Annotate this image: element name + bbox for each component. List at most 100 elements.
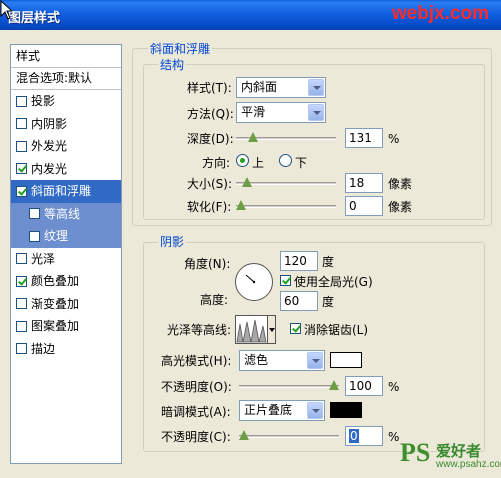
mouse-cursor-icon — [0, 0, 12, 20]
style-select[interactable]: 内斜面 — [236, 77, 326, 98]
sidebar-item-checkbox[interactable] — [29, 230, 40, 242]
sidebar-item-label: 描边 — [31, 341, 56, 356]
shadow-opacity-track[interactable] — [239, 430, 339, 440]
sidebar-item-label: 图案叠加 — [31, 319, 80, 334]
soften-slider-thumb[interactable] — [236, 200, 246, 210]
watermark-cn: 爱好者 — [436, 442, 482, 460]
sidebar-item-checkbox[interactable] — [16, 163, 27, 175]
global-light-checkbox[interactable] — [280, 275, 291, 286]
sidebar-item-checkbox[interactable] — [16, 298, 27, 310]
highlight-opacity-thumb[interactable] — [329, 380, 339, 390]
technique-select[interactable]: 平滑 — [236, 102, 326, 123]
sidebar-item-label: 等高线 — [44, 206, 81, 221]
size-input[interactable]: 18 — [345, 173, 383, 193]
brand-watermark: webjx.com — [391, 3, 489, 24]
sidebar-item-checkbox[interactable] — [16, 320, 27, 332]
sidebar-item-checkbox[interactable] — [16, 140, 27, 152]
chevron-down-icon — [307, 402, 323, 419]
watermark-url: www.psahz.com — [436, 459, 501, 470]
chevron-down-icon — [307, 352, 323, 369]
sidebar-item[interactable]: 投影 — [11, 90, 121, 113]
angle-needle-icon — [245, 274, 256, 284]
shadow-opacity-label: 不透明度(C): — [161, 430, 231, 444]
technique-label: 方法(Q): — [187, 107, 234, 121]
highlight-opacity-unit: % — [388, 380, 400, 394]
style-label: 样式(T): — [187, 81, 232, 95]
shadow-opacity-value: 0 — [349, 429, 359, 443]
soften-input[interactable]: 0 — [345, 196, 383, 216]
sidebar-item[interactable]: 描边 — [11, 338, 121, 361]
shading-title: 阴影 — [158, 235, 187, 249]
depth-unit: % — [388, 132, 400, 146]
style-list-panel: 样式 混合选项:默认 投影内阴影外发光内发光斜面和浮雕等高线纹理 光泽 颜色叠加渐变… — [10, 44, 122, 464]
sidebar-item-checkbox[interactable] — [16, 95, 27, 107]
shadow-color-swatch[interactable] — [330, 402, 362, 418]
soften-slider-track[interactable] — [236, 200, 336, 210]
highlight-mode-label: 高光模式(H): — [161, 354, 232, 368]
size-label: 大小(S): — [187, 177, 233, 191]
soften-unit: 像素 — [388, 200, 413, 214]
sidebar-item[interactable]: 图案叠加 — [11, 315, 121, 338]
sidebar-item[interactable]: 内阴影 — [11, 113, 121, 136]
angle-dial[interactable] — [235, 263, 273, 301]
shadow-opacity-input[interactable]: 0 — [345, 426, 383, 446]
sidebar-item[interactable]: 内发光 — [11, 158, 121, 181]
direction-down-radio[interactable] — [279, 154, 292, 167]
sidebar-item-checkbox[interactable] — [29, 208, 40, 220]
sidebar-item-checkbox[interactable] — [16, 253, 27, 265]
gloss-contour-label: 光泽等高线: — [167, 323, 232, 337]
highlight-opacity-track[interactable] — [239, 380, 339, 390]
soften-label: 软化(F): — [187, 200, 232, 214]
sidebar-item-checkbox[interactable] — [16, 118, 27, 130]
sidebar-item-checkbox[interactable] — [16, 185, 27, 197]
antialias-checkbox[interactable] — [290, 323, 301, 334]
sidebar-item-label: 斜面和浮雕 — [31, 184, 92, 199]
title-bar[interactable]: 图层样式 webjx.com — [0, 0, 501, 30]
depth-input[interactable]: 131 — [345, 128, 383, 148]
shadow-mode-value: 正片叠底 — [244, 403, 293, 417]
sidebar-item[interactable]: 等高线 — [11, 202, 121, 225]
shadow-opacity-thumb[interactable] — [239, 430, 249, 440]
technique-select-value: 平滑 — [241, 105, 266, 119]
styles-header[interactable]: 样式 — [11, 45, 121, 68]
direction-down-label: 下 — [295, 156, 308, 170]
altitude-input[interactable]: 60 — [280, 291, 318, 311]
sidebar-item-label: 投影 — [31, 94, 56, 109]
size-unit: 像素 — [388, 177, 413, 191]
size-slider-track[interactable] — [236, 177, 336, 187]
structure-title: 结构 — [158, 58, 187, 72]
direction-up-label: 上 — [252, 156, 265, 170]
highlight-color-swatch[interactable] — [330, 352, 362, 368]
sidebar-item[interactable]: 纹理 — [11, 225, 121, 248]
sidebar-item-label: 内阴影 — [31, 116, 68, 131]
window-title: 图层样式 — [8, 11, 61, 26]
highlight-opacity-label: 不透明度(O): — [161, 380, 232, 394]
gloss-contour-dropdown[interactable] — [267, 315, 276, 344]
chevron-down-icon — [308, 79, 324, 96]
shadow-mode-select[interactable]: 正片叠底 — [239, 400, 325, 421]
sidebar-item[interactable]: 斜面和浮雕 — [11, 180, 121, 203]
sidebar-item[interactable]: 光泽 — [11, 248, 121, 271]
highlight-mode-select[interactable]: 滤色 — [239, 350, 325, 371]
blend-options-item[interactable]: 混合选项:默认 — [11, 68, 121, 90]
angle-unit: 度 — [322, 255, 335, 269]
sidebar-item[interactable]: 外发光 — [11, 135, 121, 158]
gloss-contour-picker[interactable] — [235, 315, 268, 344]
psahz-watermark: PS 爱好者 www.psahz.com — [400, 438, 501, 476]
highlight-mode-value: 滤色 — [244, 353, 269, 367]
sidebar-item-checkbox[interactable] — [16, 275, 27, 287]
sidebar-item-label: 渐变叠加 — [31, 296, 80, 311]
shadow-opacity-unit: % — [388, 430, 400, 444]
depth-slider-thumb[interactable] — [247, 132, 258, 142]
angle-input[interactable]: 120 — [280, 251, 318, 271]
sidebar-item[interactable]: 颜色叠加 — [11, 270, 121, 293]
direction-label: 方向: — [202, 156, 231, 170]
shadow-mode-label: 暗调模式(A): — [161, 405, 231, 419]
depth-slider-track[interactable] — [236, 132, 336, 142]
sidebar-item[interactable]: 渐变叠加 — [11, 293, 121, 316]
direction-up-radio[interactable] — [236, 154, 249, 167]
sidebar-item-label: 外发光 — [31, 139, 68, 154]
sidebar-item-checkbox[interactable] — [16, 343, 27, 355]
highlight-opacity-input[interactable]: 100 — [345, 376, 383, 396]
size-slider-thumb[interactable] — [242, 177, 253, 187]
